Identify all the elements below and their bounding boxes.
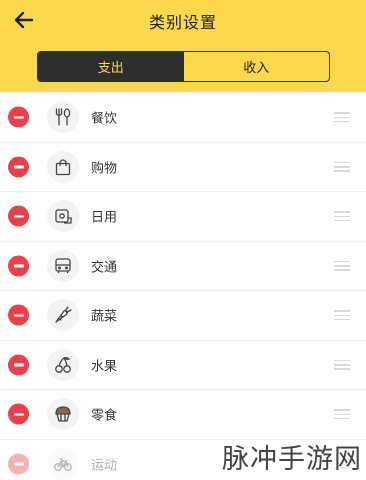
bicycle-icon	[47, 447, 79, 480]
category-label: 交通	[91, 260, 118, 276]
page-title: 类别设置	[148, 13, 217, 32]
drag-handle-icon[interactable]	[334, 409, 350, 420]
shopping-bag-icon	[47, 150, 79, 183]
drag-handle-icon[interactable]	[334, 310, 350, 321]
category-label: 蔬菜	[91, 309, 118, 325]
category-label: 零食	[91, 408, 118, 424]
category-label: 购物	[91, 161, 118, 177]
tab-income[interactable]: 收入	[184, 52, 330, 81]
drag-handle-icon[interactable]	[334, 260, 350, 271]
carrot-icon	[47, 299, 79, 332]
bus-icon	[47, 249, 79, 282]
list-item: 交通	[0, 242, 366, 291]
drag-handle-icon[interactable]	[334, 112, 350, 123]
cupcake-icon	[47, 398, 79, 431]
category-label: 运动	[91, 458, 118, 474]
list-item: 购物	[0, 143, 366, 192]
remove-button[interactable]	[8, 106, 29, 128]
fork-spoon-icon	[47, 101, 79, 134]
remove-button[interactable]	[8, 453, 29, 475]
list-item: 餐饮	[0, 93, 366, 143]
type-segmented-control: 支出 收入	[37, 51, 330, 82]
tab-expense[interactable]: 支出	[38, 52, 184, 81]
remove-button[interactable]	[8, 304, 29, 326]
drag-handle-icon[interactable]	[334, 359, 350, 370]
remove-button[interactable]	[8, 403, 29, 425]
watermark-logo: 脉冲手游网	[222, 444, 362, 475]
remove-button[interactable]	[8, 255, 29, 277]
header: 类别设置 支出 收入	[0, 0, 366, 92]
list-item: 蔬菜	[0, 291, 366, 341]
drag-handle-icon[interactable]	[334, 161, 350, 172]
tissue-roll-icon	[47, 200, 79, 233]
list-item: 水果	[0, 341, 366, 390]
category-list: 餐饮 购物 日用 交通 蔬菜 水果 零食 运动	[0, 93, 366, 480]
category-label: 日用	[91, 210, 118, 226]
category-label: 水果	[91, 359, 118, 375]
cherry-icon	[47, 348, 79, 381]
category-label: 餐饮	[91, 111, 118, 127]
list-item: 零食	[0, 390, 366, 440]
remove-button[interactable]	[8, 354, 29, 376]
drag-handle-icon[interactable]	[334, 211, 350, 222]
list-item: 日用	[0, 192, 366, 242]
remove-button[interactable]	[8, 156, 29, 178]
remove-button[interactable]	[8, 205, 29, 227]
